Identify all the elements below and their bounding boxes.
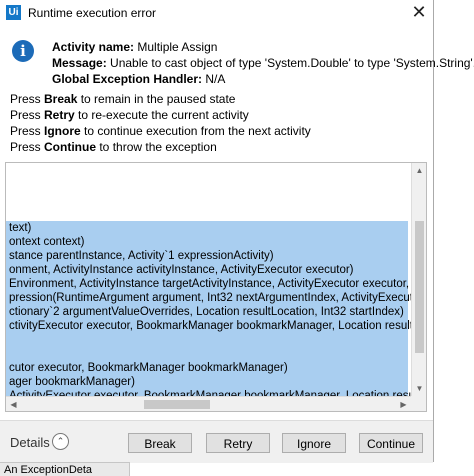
instruction-suffix: to continue execution from the next acti… <box>80 124 311 138</box>
instruction-key: Continue <box>44 140 97 154</box>
horizontal-scroll-thumb[interactable] <box>144 400 210 409</box>
stack-trace-textbox[interactable]: text) ontext context) stance parentInstanc… <box>5 162 427 412</box>
stack-trace-line[interactable]: pression(RuntimeArgument argument, Int32… <box>6 291 411 305</box>
uipath-app-icon: Ui <box>6 5 21 20</box>
stack-trace-line[interactable]: cutor executor, BookmarkManager bookmark… <box>6 361 408 375</box>
stack-trace-line[interactable] <box>6 207 408 221</box>
instruction-prefix: Press <box>10 124 45 138</box>
stack-trace-line[interactable] <box>6 333 408 347</box>
scroll-up-icon[interactable]: ▲ <box>412 163 426 178</box>
exception-details-tab[interactable]: An ExceptionDeta <box>0 462 130 476</box>
stack-trace-line[interactable] <box>6 347 408 361</box>
ignore-button[interactable]: Ignore <box>282 433 346 453</box>
scroll-left-icon[interactable]: ◀ <box>6 397 21 411</box>
stack-trace-line[interactable]: text) <box>6 221 408 235</box>
activity-name-row: Activity name: Multiple Assign <box>52 40 217 54</box>
scroll-right-icon[interactable]: ▶ <box>396 397 411 411</box>
stack-trace-line[interactable]: ontext context) <box>6 235 408 249</box>
instruction-key: Retry <box>44 108 75 122</box>
scroll-down-icon[interactable]: ▼ <box>412 381 426 396</box>
break-button[interactable]: Break <box>128 433 192 453</box>
stack-trace-line[interactable]: ctionary`2 argumentValueOverrides, Locat… <box>6 305 408 319</box>
stack-trace-line[interactable]: ctivityExecutor executor, BookmarkManage… <box>6 319 411 333</box>
stack-trace-line[interactable] <box>6 193 408 207</box>
instruction-key: Ignore <box>44 124 81 138</box>
exception-handler-label: Global Exception Handler: <box>52 72 203 86</box>
exception-handler-row: Global Exception Handler: N/A <box>52 72 225 86</box>
dialog-footer: Details ⌃ Break Retry Ignore Continue <box>0 420 433 463</box>
instruction-prefix: Press <box>10 108 45 122</box>
stack-trace-line[interactable]: Environment, ActivityInstance targetActi… <box>6 277 411 291</box>
stack-trace-line[interactable]: onment, ActivityInstance activityInstanc… <box>6 263 408 277</box>
retry-button[interactable]: Retry <box>206 433 270 453</box>
runtime-error-dialog: Ui Runtime execution error ✕ i Activity … <box>0 0 474 463</box>
window-title: Runtime execution error <box>28 6 157 20</box>
stack-trace-line[interactable]: stance parentInstance, Activity`1 expres… <box>6 249 408 263</box>
instruction-ignore: Press Ignore to continue execution from … <box>10 124 311 138</box>
instruction-break: Press Break to remain in the paused stat… <box>10 92 235 106</box>
instruction-suffix: to re-execute the current activity <box>74 108 249 122</box>
close-icon[interactable]: ✕ <box>404 0 434 26</box>
message-row: Message: Unable to cast object of type '… <box>52 56 474 70</box>
instruction-prefix: Press <box>10 140 45 154</box>
stack-trace-line[interactable] <box>6 179 408 193</box>
activity-name-value: Multiple Assign <box>137 40 218 54</box>
message-label: Message: <box>52 56 107 70</box>
stack-trace-line[interactable] <box>6 165 408 179</box>
instruction-suffix: to remain in the paused state <box>77 92 236 106</box>
chevron-up-icon[interactable]: ⌃ <box>52 433 69 450</box>
info-icon: i <box>12 40 34 62</box>
title-bar: Ui Runtime execution error ✕ <box>0 0 434 26</box>
stack-trace-line[interactable]: ager bookmarkManager) <box>6 375 408 389</box>
message-value: Unable to cast object of type 'System.Do… <box>110 56 474 70</box>
stack-trace-content[interactable]: text) ontext context) stance parentInstanc… <box>6 163 411 396</box>
instruction-key: Break <box>44 92 78 106</box>
exception-handler-value: N/A <box>205 72 226 86</box>
instruction-continue: Press Continue to throw the exception <box>10 140 217 154</box>
vertical-scrollbar[interactable]: ▲ ▼ <box>411 163 426 396</box>
horizontal-scrollbar[interactable]: ◀ ▶ <box>6 396 411 411</box>
instruction-prefix: Press <box>10 92 45 106</box>
vertical-scroll-thumb[interactable] <box>415 221 424 353</box>
continue-button[interactable]: Continue <box>359 433 423 453</box>
details-label[interactable]: Details <box>10 435 50 450</box>
activity-name-label: Activity name: <box>52 40 135 54</box>
instruction-retry: Press Retry to re-execute the current ac… <box>10 108 249 122</box>
instruction-suffix: to throw the exception <box>96 140 217 154</box>
scrollbar-corner <box>411 396 426 411</box>
stack-trace-line[interactable]: ActivityExecutor executor, BookmarkManag… <box>6 389 411 396</box>
